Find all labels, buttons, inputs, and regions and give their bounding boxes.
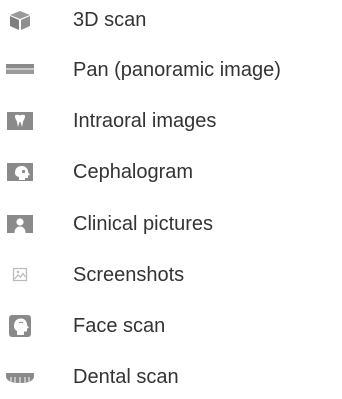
list-item-label: Pan (panoramic image)	[73, 59, 281, 81]
list-item-label: 3D scan	[73, 9, 147, 31]
list-item-clinical-pictures[interactable]: Clinical pictures	[0, 204, 342, 244]
list-item-cephalogram[interactable]: Cephalogram	[0, 152, 342, 192]
cube-icon	[6, 8, 34, 32]
list-item-face-scan[interactable]: Face scan	[0, 306, 342, 346]
list-item-3d-scan[interactable]: 3D scan	[0, 0, 342, 40]
list-item-pan[interactable]: Pan (panoramic image)	[0, 50, 342, 90]
skull-profile-icon	[6, 160, 34, 184]
dental-arch-icon	[6, 365, 34, 389]
face-profile-icon	[6, 314, 34, 338]
person-portrait-icon	[6, 212, 34, 236]
list-item-dental-scan[interactable]: Dental scan	[0, 357, 342, 397]
list-item-label: Clinical pictures	[73, 213, 214, 235]
panoramic-bar-icon	[6, 58, 34, 82]
list-item-label: Intraoral images	[73, 110, 217, 132]
image-icon	[6, 263, 34, 287]
list-item-label: Face scan	[73, 315, 166, 337]
tooth-icon	[6, 109, 34, 133]
list-item-label: Screenshots	[73, 264, 185, 286]
list-item-label: Cephalogram	[73, 161, 194, 183]
list-item-screenshots[interactable]: Screenshots	[0, 255, 342, 295]
list-item-intraoral[interactable]: Intraoral images	[0, 101, 342, 141]
list-item-label: Dental scan	[73, 366, 179, 388]
